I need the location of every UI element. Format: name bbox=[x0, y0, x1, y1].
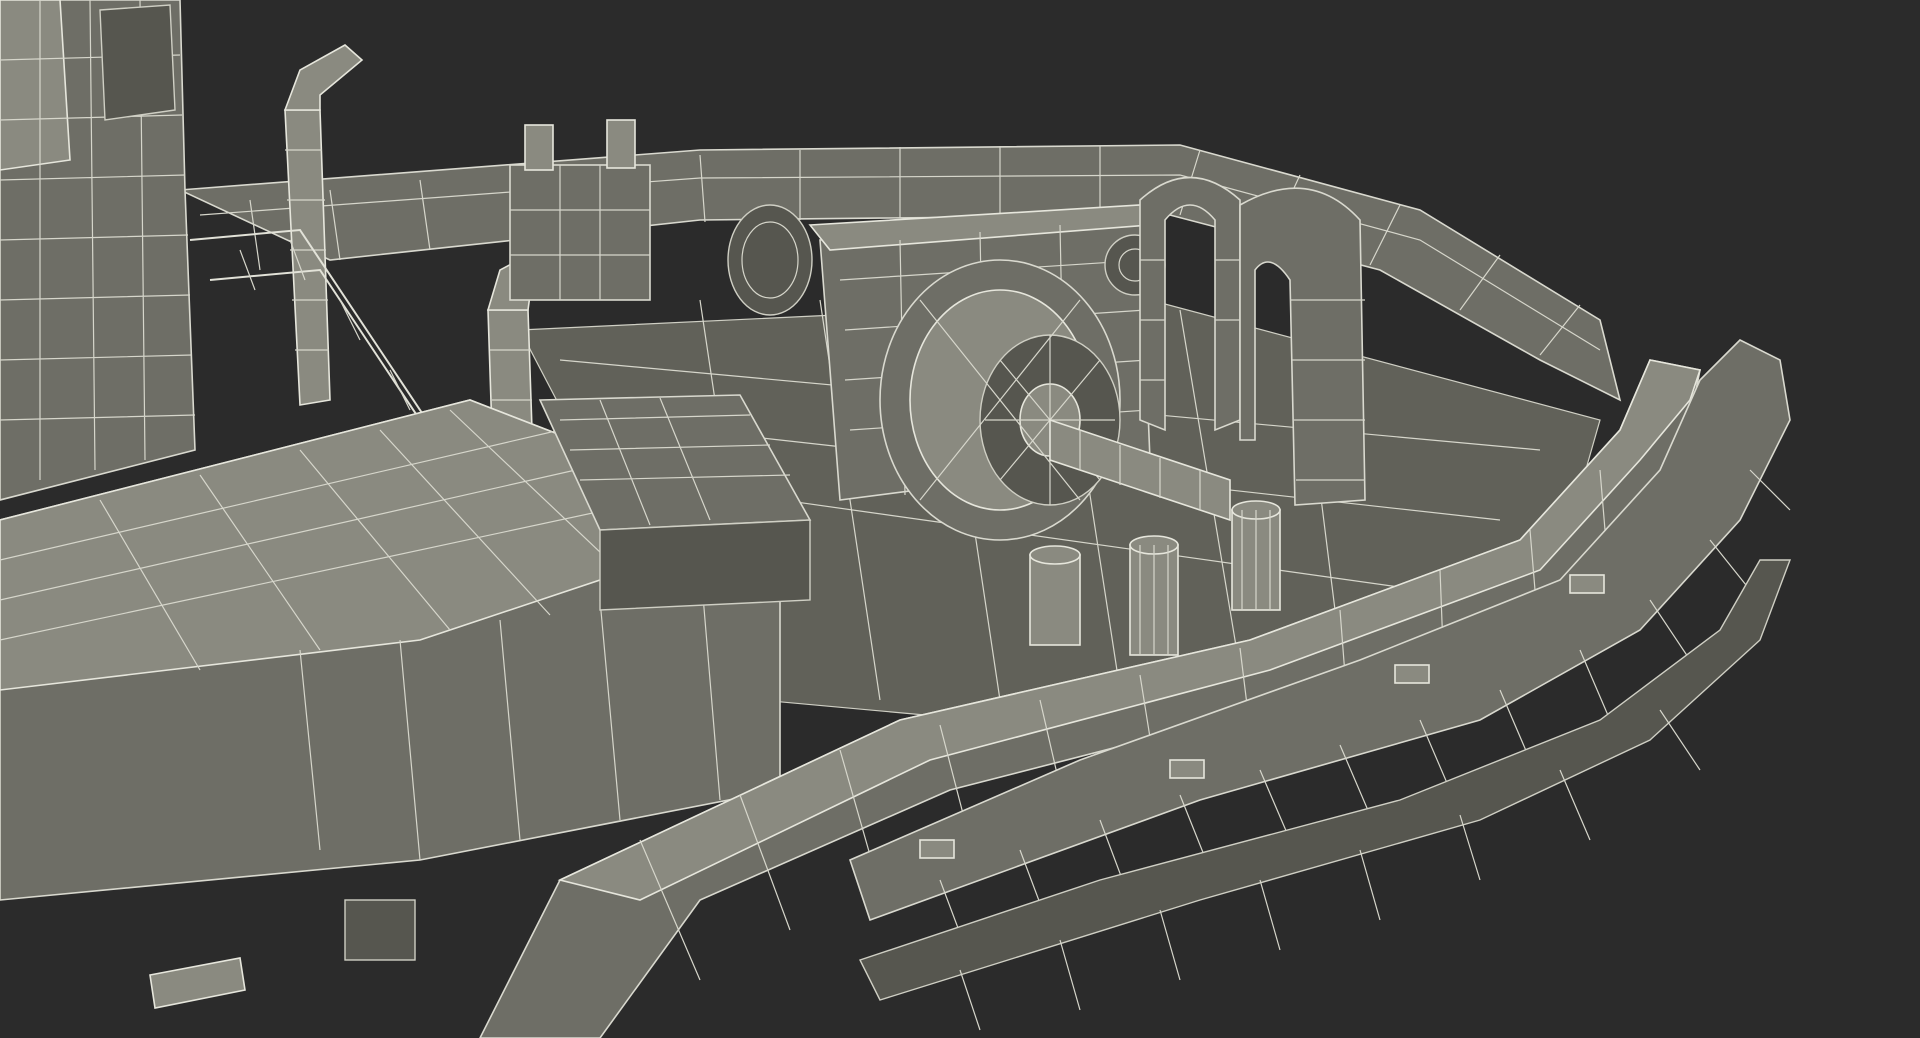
wheelhouse bbox=[0, 0, 196, 501]
tugboat-model bbox=[0, 0, 1920, 1038]
render-viewport bbox=[0, 0, 1920, 1038]
winch-drum-left bbox=[727, 204, 813, 316]
winch-drum-main bbox=[879, 259, 1121, 541]
